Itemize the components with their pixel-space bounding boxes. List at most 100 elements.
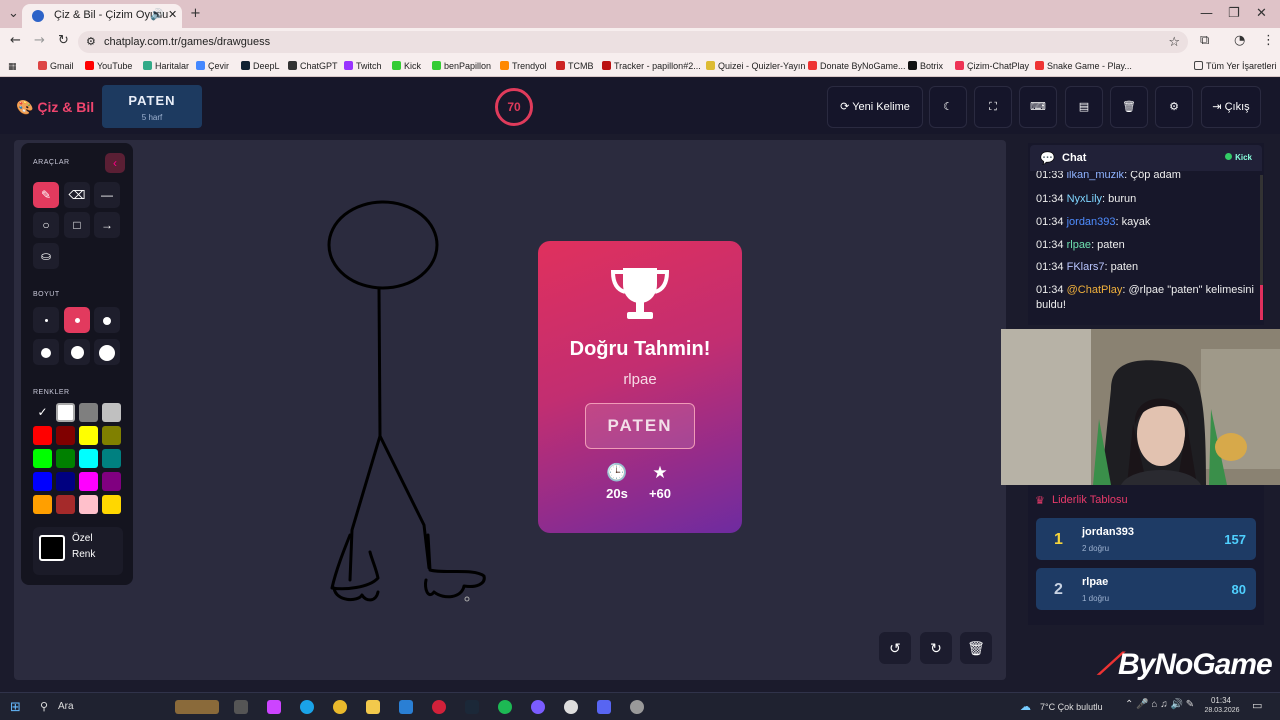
new-tab-icon[interactable]: + (190, 6, 201, 21)
bookmark-maps[interactable]: Haritalar (143, 61, 189, 71)
audio-icon[interactable]: 🔊 (150, 8, 164, 21)
color-swatch[interactable] (33, 449, 52, 468)
bookmark-translate[interactable]: Çevir (196, 61, 229, 71)
color-swatch[interactable] (56, 426, 75, 445)
message-user[interactable]: @ChatPlay (1067, 284, 1123, 296)
drawing-canvas[interactable]: ↺ ↻ 🗑 (14, 140, 1006, 680)
weather-text[interactable]: 7°C Çok bulutlu (1040, 702, 1103, 712)
obs-icon[interactable] (564, 700, 578, 714)
fullscreen-button[interactable]: ⛶ (974, 86, 1012, 128)
bookmark-trendyol[interactable]: Trendyol (500, 61, 547, 71)
clock-date[interactable]: 28.03.2026 (1200, 707, 1244, 714)
weather-icon[interactable]: ☁ (1020, 700, 1031, 713)
maximize-icon[interactable]: ❐ (1228, 6, 1240, 21)
undo-button[interactable]: ↺ (879, 632, 911, 664)
bookmark-kick[interactable]: Kick (392, 61, 421, 71)
bookmark-snake[interactable]: Snake Game - Play... (1035, 61, 1132, 71)
color-swatch[interactable] (79, 495, 98, 514)
tab-menu-icon[interactable]: ⌄ (8, 6, 19, 21)
app-icon-2[interactable] (630, 700, 644, 714)
message-user[interactable]: ilkan_muzik (1067, 171, 1124, 181)
color-swatch[interactable] (102, 403, 121, 422)
collapse-panel-button[interactable]: ‹ (105, 153, 125, 173)
color-swatch[interactable] (56, 472, 75, 491)
size-5-button[interactable] (64, 339, 90, 365)
color-swatch[interactable] (56, 403, 75, 422)
taskbar-search-text[interactable]: Ara (58, 701, 74, 712)
color-swatch[interactable] (33, 472, 52, 491)
all-bookmarks[interactable]: Tüm Yer İşaretleri (1194, 61, 1277, 71)
size-2-button[interactable] (64, 307, 90, 333)
bookmark-quizei[interactable]: Quizei - Quizler-Yayın (706, 61, 805, 71)
back-icon[interactable]: ← (10, 33, 21, 48)
url-field[interactable]: ⚙ chatplay.com.tr/games/drawguess ☆ (78, 31, 1188, 53)
color-swatch[interactable] (102, 472, 121, 491)
custom-color-swatch[interactable] (39, 535, 65, 561)
color-swatch[interactable] (56, 495, 75, 514)
new-word-button[interactable]: ⟳ Yeni Kelime (827, 86, 923, 128)
chrome-icon[interactable] (333, 700, 347, 714)
circle-tool[interactable]: ○ (33, 212, 59, 238)
app-icon[interactable] (531, 700, 545, 714)
archive-button[interactable]: ▤ (1065, 86, 1103, 128)
chrome-menu-icon[interactable]: ⋮ (1262, 33, 1275, 48)
search-highlight-icon[interactable] (175, 700, 219, 714)
app-logo[interactable]: 🎨 Çiz & Bil (16, 99, 94, 116)
tray-icons[interactable]: ⌃ 🎤 ⌂ ♫ 🔊 ✎ (1125, 699, 1194, 710)
eraser-tool[interactable]: ⌫ (64, 182, 90, 208)
steam-icon[interactable] (465, 700, 479, 714)
bookmark-bynogame[interactable]: Donate ByNoGame... (808, 61, 906, 71)
bookmark-tracker[interactable]: Tracker - papillon#2... (602, 61, 701, 71)
bookmark-twitch[interactable]: Twitch (344, 61, 382, 71)
fill-tool[interactable]: ⛀ (33, 243, 59, 269)
line-tool[interactable]: — (94, 182, 120, 208)
color-swatch[interactable] (33, 426, 52, 445)
settings-button[interactable]: ⚙ (1155, 86, 1193, 128)
color-swatch[interactable] (102, 449, 121, 468)
forward-icon[interactable]: → (34, 33, 45, 48)
profile-icon[interactable]: ◔ (1234, 33, 1245, 48)
custom-color-picker[interactable]: Özel Renk (33, 527, 123, 575)
task-view-icon[interactable] (234, 700, 248, 714)
discord-icon[interactable] (597, 700, 611, 714)
apps-icon[interactable]: ▦ (8, 61, 17, 72)
file-explorer-icon[interactable] (366, 700, 380, 714)
size-3-button[interactable] (94, 307, 120, 333)
color-swatch[interactable] (102, 426, 121, 445)
color-swatch[interactable] (56, 449, 75, 468)
rectangle-tool[interactable]: □ (64, 212, 90, 238)
bookmark-deepl[interactable]: DeepL (241, 61, 280, 71)
clock-time[interactable]: 01:34 (1206, 696, 1236, 705)
copilot-icon[interactable] (267, 700, 281, 714)
arrow-tool[interactable]: → (94, 212, 120, 238)
size-6-button[interactable] (94, 339, 120, 365)
bookmark-tcmb[interactable]: TCMB (556, 61, 594, 71)
tab-close-icon[interactable]: ✕ (168, 8, 177, 21)
bookmark-youtube[interactable]: YouTube (85, 61, 132, 71)
message-user[interactable]: jordan393 (1067, 216, 1116, 228)
notification-icon[interactable]: ▭ (1252, 699, 1262, 712)
bookmark-benpapillon[interactable]: benPapillon (432, 61, 491, 71)
spotify-icon[interactable] (498, 700, 512, 714)
mail-icon[interactable] (399, 700, 413, 714)
size-4-button[interactable] (33, 339, 59, 365)
exit-button[interactable]: ⇥ Çıkış (1201, 86, 1261, 128)
bookmark-star-icon[interactable]: ☆ (1168, 34, 1180, 50)
chat-scroll-thumb[interactable] (1260, 285, 1263, 320)
color-swatch[interactable] (33, 495, 52, 514)
extensions-icon[interactable]: ⧉ (1200, 33, 1209, 48)
color-swatch[interactable] (79, 449, 98, 468)
clear-data-button[interactable]: 🗑 (1110, 86, 1148, 128)
message-user[interactable]: FKlars7 (1067, 261, 1105, 273)
theme-toggle-button[interactable]: ☾ (929, 86, 967, 128)
bookmark-botrix[interactable]: Botrix (908, 61, 943, 71)
color-swatch[interactable]: ✓ (33, 403, 52, 422)
size-1-button[interactable] (33, 307, 59, 333)
minimize-icon[interactable]: — (1200, 6, 1213, 21)
clear-canvas-button[interactable]: 🗑 (960, 632, 992, 664)
pencil-tool[interactable]: ✎ (33, 182, 59, 208)
color-swatch[interactable] (79, 426, 98, 445)
edge-icon[interactable] (300, 700, 314, 714)
windows-start-icon[interactable]: ⊞ (10, 699, 21, 715)
message-user[interactable]: rlpae (1067, 239, 1091, 251)
